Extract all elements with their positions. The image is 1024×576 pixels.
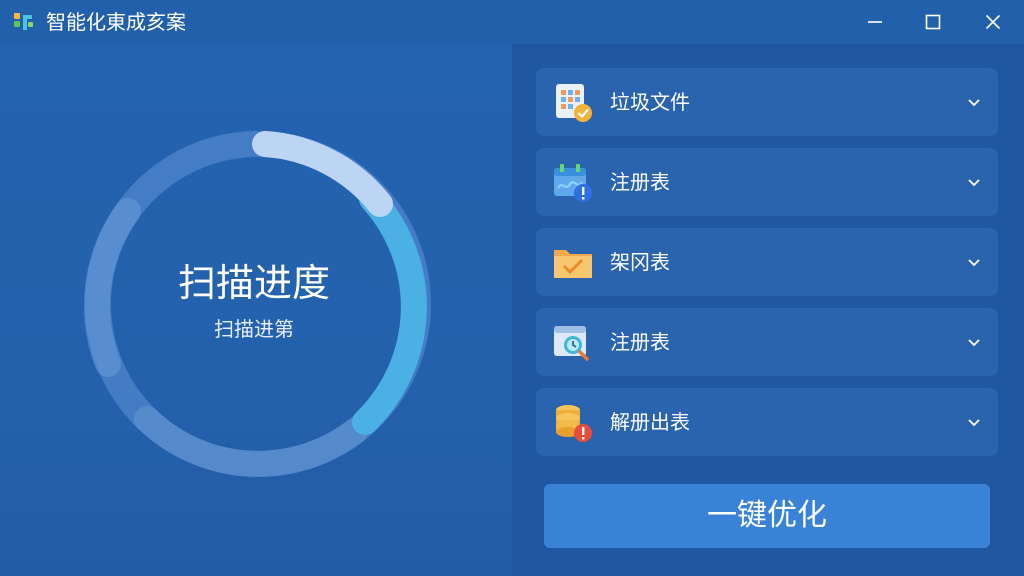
item-label: 架冈表 (610, 250, 670, 274)
item-deregister-table[interactable]: 解册出表 (536, 388, 998, 456)
maximize-icon (925, 14, 941, 30)
database-alert-icon (556, 405, 592, 442)
one-click-optimize-button[interactable]: 一键优化 (544, 484, 990, 548)
progress-ring-track-highlight (134, 406, 368, 477)
file-grid-check-icon (556, 84, 592, 122)
progress-ring-track-highlight (83, 198, 141, 377)
scan-progress-panel: 扫描进度 扫描进第 (0, 44, 512, 576)
chevron-down-icon[interactable] (966, 174, 982, 190)
item-junk-files[interactable]: 垃圾文件 (536, 68, 998, 136)
chevron-down-icon[interactable] (966, 414, 982, 430)
minimize-button[interactable] (846, 0, 904, 44)
item-label: 解册出表 (610, 410, 690, 434)
app-logo-icon (14, 13, 33, 30)
item-folder-table[interactable]: 架冈表 (536, 228, 998, 296)
progress-ring-light-segment (252, 131, 393, 217)
chevron-down-icon[interactable] (966, 94, 982, 110)
folder-check-icon (554, 250, 592, 278)
app-title: 智能化東成亥案 (46, 10, 186, 34)
minimize-icon (868, 21, 882, 23)
clock-search-icon (554, 326, 589, 361)
scan-progress-subtitle: 扫描进第 (214, 317, 294, 341)
app-window: 智能化東成亥案 扫描进度 扫描进第 垃圾文件 注册表 架冈表 注册表 解册出表 … (0, 0, 1024, 576)
maximize-button[interactable] (904, 0, 962, 44)
item-label: 注册表 (610, 330, 670, 354)
scan-progress-ring (83, 131, 431, 477)
chevron-down-icon[interactable] (966, 254, 982, 270)
chevron-down-icon[interactable] (966, 334, 982, 350)
close-button[interactable] (964, 0, 1022, 44)
item-registry[interactable]: 注册表 (536, 148, 998, 216)
title-bar: 智能化東成亥案 (0, 0, 1024, 44)
item-label: 注册表 (610, 170, 670, 194)
item-registry-scan[interactable]: 注册表 (536, 308, 998, 376)
scan-progress-title: 扫描进度 (177, 261, 330, 305)
close-icon (985, 14, 1001, 30)
scan-items-panel: 垃圾文件 注册表 架冈表 注册表 解册出表 一键优化 (512, 44, 1024, 576)
calendar-alert-icon (554, 164, 592, 202)
item-label: 垃圾文件 (610, 90, 690, 114)
